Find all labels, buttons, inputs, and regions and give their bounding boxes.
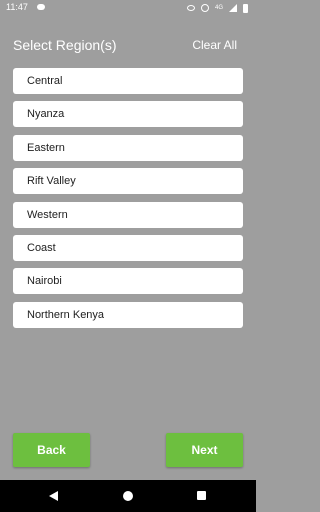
battery-icon — [243, 3, 248, 13]
region-item-nairobi[interactable]: Nairobi — [13, 268, 243, 295]
page-title: Select Region(s) — [13, 37, 117, 53]
region-item-central[interactable]: Central — [13, 68, 243, 94]
region-item-rift-valley[interactable]: Rift Valley — [13, 168, 243, 195]
status-bar: 11:47 4G — [0, 0, 256, 16]
signal-icon — [229, 4, 237, 12]
lte-icon: 4G — [214, 5, 223, 11]
region-list: Central Nyanza Eastern Rift Valley Weste… — [13, 68, 243, 335]
region-item-nyanza[interactable]: Nyanza — [13, 101, 243, 128]
region-item-coast[interactable]: Coast — [13, 234, 243, 261]
chat-icon — [37, 4, 45, 10]
next-button[interactable]: Next — [166, 433, 243, 467]
system-icons: 4G — [186, 3, 248, 13]
home-icon[interactable] — [123, 491, 133, 501]
clear-all-button[interactable]: Clear All — [192, 38, 237, 52]
region-item-northern-kenya[interactable]: Northern Kenya — [13, 301, 243, 328]
region-item-western[interactable]: Western — [13, 201, 243, 228]
back-icon[interactable] — [49, 491, 58, 501]
region-item-eastern[interactable]: Eastern — [13, 134, 243, 161]
back-button[interactable]: Back — [13, 433, 90, 467]
navigation-bar — [0, 480, 256, 512]
status-time: 11:47 — [6, 2, 28, 12]
hotspot-icon — [200, 4, 209, 12]
eye-icon — [186, 5, 195, 11]
recent-apps-icon[interactable] — [197, 491, 206, 500]
